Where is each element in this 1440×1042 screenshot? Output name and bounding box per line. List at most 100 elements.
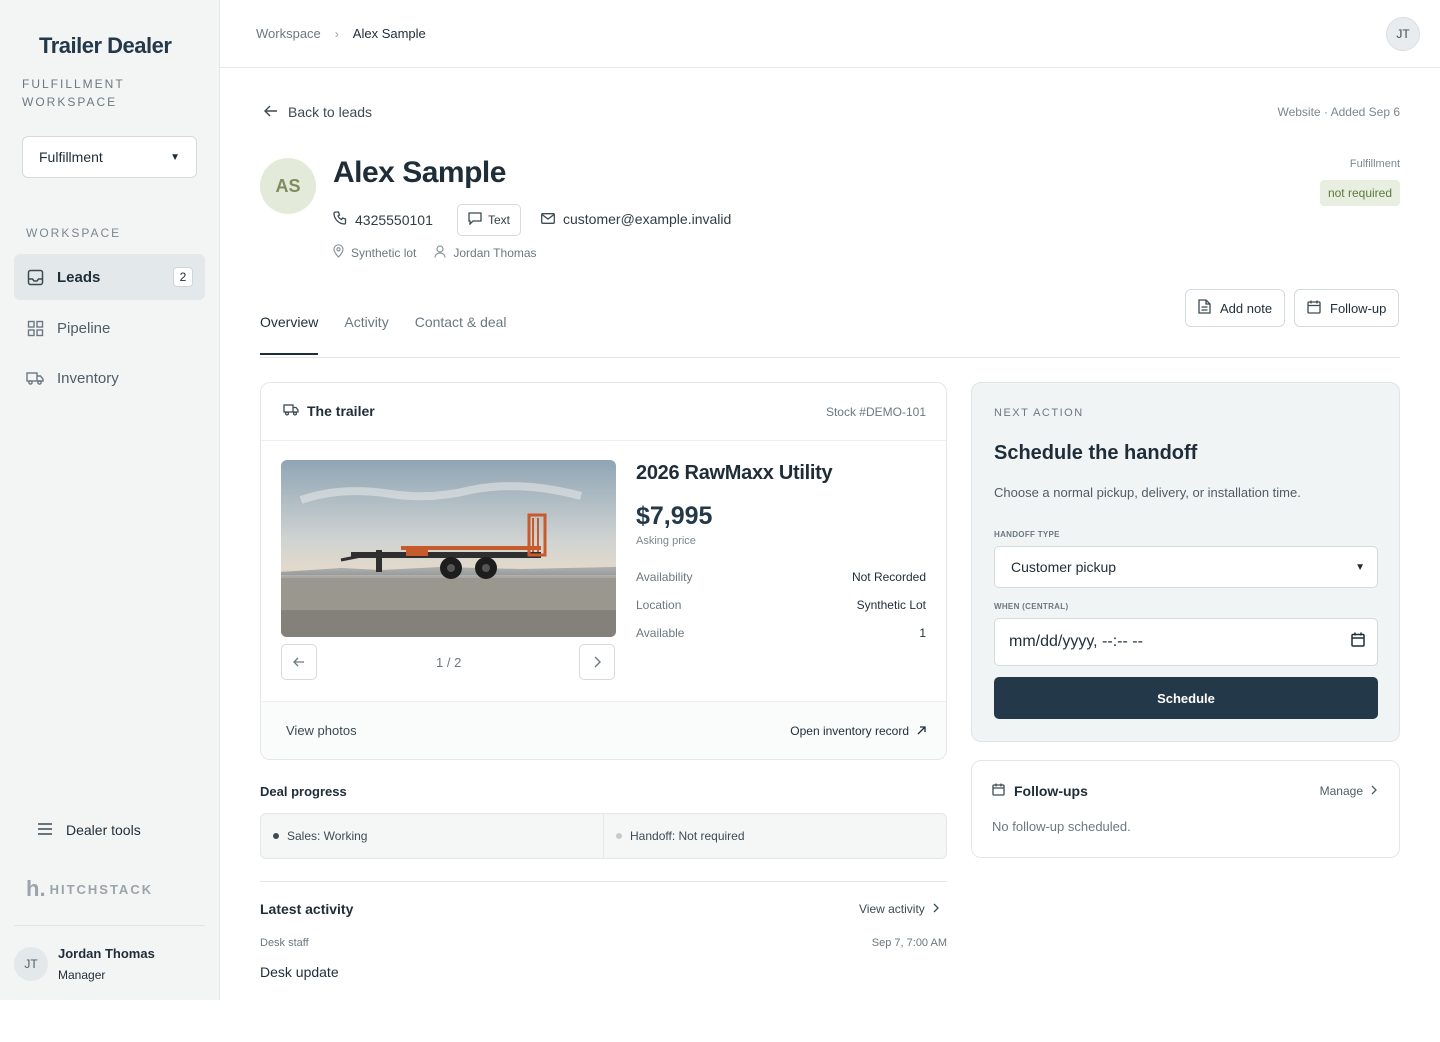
lead-location: Synthetic lot <box>351 245 417 260</box>
dealer-tools-label: Dealer tools <box>66 822 141 838</box>
mail-icon <box>541 211 555 227</box>
lead-meta: Synthetic lot Jordan Thomas <box>333 244 537 261</box>
when-datetime-input[interactable]: mm/dd/yyyy, --:-- -- <box>994 618 1378 666</box>
status-badge: not required <box>1319 180 1400 206</box>
breadcrumb-current: Alex Sample <box>352 26 426 41</box>
company-logo: h. HITCHSTACK <box>26 876 153 902</box>
manage-followups-link[interactable]: Manage <box>1320 784 1377 798</box>
text-button[interactable]: Text <box>457 204 522 236</box>
external-link-icon <box>917 724 926 738</box>
map-pin-icon <box>333 244 344 261</box>
breadcrumb-workspace[interactable]: Workspace <box>256 26 321 41</box>
chevron-down-icon: ▼ <box>1355 561 1365 573</box>
sidebar-divider <box>14 925 205 926</box>
trailer-heading-label: The trailer <box>307 403 375 419</box>
hitchstack-logo-icon: h. <box>26 876 46 901</box>
next-action-title: Schedule the handoff <box>994 442 1198 464</box>
user-avatar[interactable]: JT <box>14 947 48 981</box>
back-label: Back to leads <box>288 104 373 120</box>
phone-link[interactable]: 4325550101 <box>333 211 433 228</box>
chevron-right-icon <box>1371 784 1377 798</box>
fulfillment-label: Fulfillment <box>1349 158 1400 170</box>
activity-author: Desk staff <box>260 937 309 949</box>
workspace-select[interactable]: Fulfillment ▼ <box>22 136 197 178</box>
deal-progress-title: Deal progress <box>260 784 347 799</box>
lead-owner: Jordan Thomas <box>453 245 537 260</box>
deal-step-label: Handoff: Not required <box>630 829 745 843</box>
workspace-subtitle: FULFILLMENT WORKSPACE <box>22 77 125 109</box>
topbar: Workspace › Alex Sample JT <box>220 0 1440 68</box>
schedule-button[interactable]: Schedule <box>994 677 1378 719</box>
chevron-right-icon <box>933 902 939 916</box>
sidebar-item-label: Pipeline <box>57 319 111 337</box>
tab-contact-deal[interactable]: Contact & deal <box>415 314 507 354</box>
user-icon <box>434 244 446 261</box>
activity-text: Desk update <box>260 964 339 980</box>
trailer-card-footer: View photos Open inventory record <box>261 701 946 759</box>
user-name: Jordan Thomas <box>58 946 155 961</box>
page-title: Alex Sample <box>333 156 506 189</box>
sidebar-item-leads[interactable]: Leads 2 <box>14 254 205 300</box>
trailer-model: 2026 RawMaxx Utility <box>636 462 833 484</box>
sidebar-item-pipeline[interactable]: Pipeline <box>14 305 205 351</box>
next-photo-button[interactable] <box>579 644 615 680</box>
followups-empty-state: No follow-up scheduled. <box>992 819 1131 834</box>
add-note-label: Add note <box>1220 300 1273 316</box>
phone-number: 4325550101 <box>355 211 433 228</box>
view-photos-link[interactable]: View photos <box>286 723 357 738</box>
message-icon <box>468 212 482 228</box>
workspace-select-value: Fulfillment <box>39 149 103 165</box>
note-icon <box>1198 299 1211 317</box>
next-action-label: NEXT ACTION <box>994 407 1084 419</box>
arrow-left-icon <box>293 657 304 667</box>
sidebar-item-inventory[interactable]: Inventory <box>14 355 205 401</box>
spec-value: Not Recorded <box>851 570 926 584</box>
back-to-leads-link[interactable]: Back to leads <box>264 104 372 120</box>
trailer-photo[interactable] <box>281 460 616 637</box>
spec-key: Available <box>636 626 685 640</box>
menu-icon <box>38 822 52 838</box>
follow-up-button[interactable]: Follow-up <box>1294 289 1400 327</box>
truck-icon <box>26 369 44 387</box>
view-activity-link[interactable]: View activity <box>859 902 939 916</box>
email-link[interactable]: customer@example.invalid <box>541 211 731 227</box>
dealer-tools-button[interactable]: Dealer tools <box>38 822 141 838</box>
spec-row: Available 1 <box>636 626 926 640</box>
handoff-type-select[interactable]: Customer pickup ▼ <box>994 546 1378 588</box>
activity-timestamp: Sep 7, 7:00 AM <box>871 937 947 949</box>
calendar-icon <box>1307 300 1321 317</box>
calendar-icon[interactable] <box>1351 632 1365 652</box>
activity-divider <box>260 881 947 882</box>
follow-up-label: Follow-up <box>1330 300 1387 316</box>
chevron-right-icon <box>594 656 601 668</box>
open-inventory-label: Open inventory record <box>790 724 909 738</box>
spec-key: Availability <box>636 570 693 584</box>
brand-title: Trailer Dealer <box>39 33 172 58</box>
tab-overview[interactable]: Overview <box>260 314 319 355</box>
email-address: customer@example.invalid <box>563 211 732 227</box>
next-action-card: NEXT ACTION Schedule the handoff Choose … <box>971 382 1400 742</box>
followups-title: Follow-ups <box>1014 783 1088 799</box>
company-name: HITCHSTACK <box>49 881 154 897</box>
open-inventory-link[interactable]: Open inventory record <box>790 724 926 738</box>
user-role: Manager <box>58 968 106 982</box>
spec-value: 1 <box>919 626 926 640</box>
arrow-left-icon <box>264 104 278 120</box>
tab-activity[interactable]: Activity <box>344 314 388 354</box>
sidebar-item-label: Leads <box>57 268 101 286</box>
trailer-heading: The trailer <box>283 403 375 419</box>
add-note-button[interactable]: Add note <box>1185 289 1286 327</box>
trailer-card: The trailer Stock #DEMO-101 1 / 2 2026 R… <box>260 382 947 760</box>
account-avatar[interactable]: JT <box>1386 17 1420 51</box>
status-dot <box>273 833 279 839</box>
when-placeholder: mm/dd/yyyy, --:-- -- <box>1009 633 1143 650</box>
price-label: Asking price <box>636 535 696 547</box>
grid-icon <box>26 319 44 337</box>
spec-row: Location Synthetic Lot <box>636 598 926 612</box>
sidebar: Trailer Dealer FULFILLMENT WORKSPACE Ful… <box>0 0 220 1000</box>
prev-photo-button[interactable] <box>281 644 317 680</box>
calendar-icon <box>992 783 1005 799</box>
status-dot <box>616 833 622 839</box>
leads-count-badge: 2 <box>173 267 193 287</box>
photo-pager: 1 / 2 <box>436 655 462 670</box>
